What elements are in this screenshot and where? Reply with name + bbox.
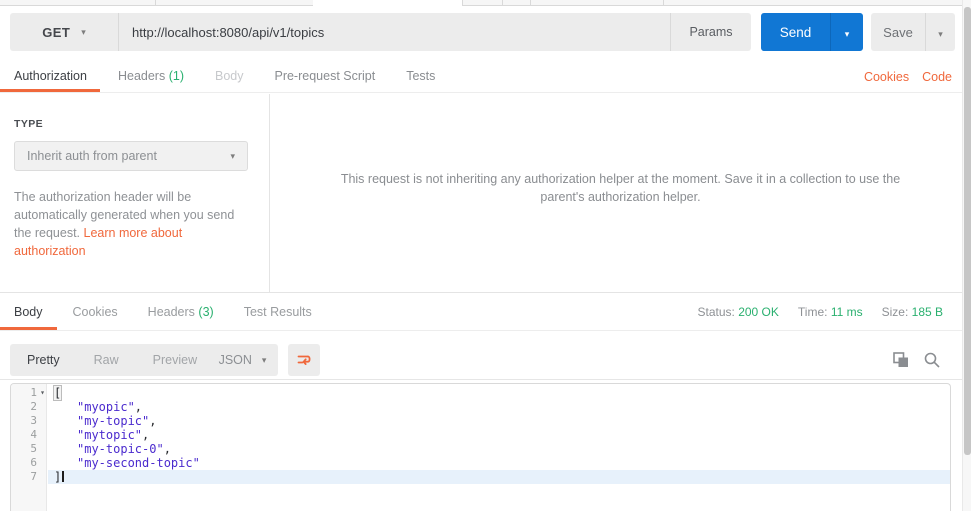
tab-divider: [155, 0, 156, 6]
language-value: JSON: [218, 353, 252, 367]
line-number: 2: [30, 400, 37, 413]
auth-type-panel: TYPE Inherit auth from parent ▾ The auth…: [0, 94, 270, 292]
auth-description: The authorization header will be automat…: [14, 190, 235, 258]
http-method-value: GET: [42, 24, 71, 40]
tab-tests[interactable]: Tests: [406, 69, 435, 83]
tab-divider: [530, 0, 531, 6]
json-string: "mytopic": [77, 428, 143, 442]
auth-type-value: Inherit auth from parent: [27, 149, 157, 163]
search-button[interactable]: [923, 351, 941, 369]
response-toolbar: Pretty Raw Preview JSON ▾: [0, 331, 971, 380]
code-line[interactable]: 6 "my-second-topic": [11, 456, 950, 470]
response-headers-count-badge: (3): [198, 304, 214, 319]
json-string: "my-second-topic": [77, 456, 200, 470]
vertical-scrollbar[interactable]: [962, 0, 971, 511]
type-label: TYPE: [14, 118, 44, 130]
code-line[interactable]: 3 "my-topic",: [11, 414, 950, 428]
line-number: 7: [30, 470, 37, 483]
view-raw-button[interactable]: Raw: [77, 344, 136, 376]
request-tabs: Authorization Headers (1) Body Pre-reque…: [0, 60, 971, 93]
wrap-text-icon: [296, 352, 312, 368]
copy-button[interactable]: [892, 351, 910, 369]
code-lines: 1 ▾ [ 2 "myopic", 3 "my-topic", 4 "mytop…: [11, 384, 950, 484]
line-number: 1: [30, 386, 37, 399]
line-number: 5: [30, 442, 37, 455]
json-string: "myopic": [77, 400, 135, 414]
params-button[interactable]: Params: [670, 13, 751, 51]
tab-response-headers[interactable]: Headers (3): [148, 305, 214, 319]
save-options-button[interactable]: ▾: [925, 13, 955, 51]
window-tabs-strip: [0, 0, 971, 7]
tab-headers[interactable]: Headers (1): [118, 69, 184, 83]
postman-window: GET ▾ Params Send ▾ Save ▾ Authorization…: [0, 0, 971, 511]
line-number: 6: [30, 456, 37, 469]
request-url-bar: GET ▾ Params: [10, 13, 751, 51]
code-line[interactable]: 1 ▾ [: [11, 385, 950, 401]
active-tab-underline: [0, 327, 57, 330]
wrap-text-button[interactable]: [288, 344, 320, 376]
tab-response-body[interactable]: Body: [14, 305, 43, 319]
json-string: "my-topic": [77, 414, 150, 428]
active-tab-underline: [0, 89, 100, 92]
active-request-tab-edge: [313, 0, 462, 7]
copy-icon: [892, 351, 910, 369]
line-number: 3: [30, 414, 37, 427]
auth-detail-panel: This request is not inheriting any autho…: [270, 94, 971, 292]
tab-body[interactable]: Body: [215, 69, 244, 83]
tab-divider: [663, 0, 664, 6]
send-options-button[interactable]: ▾: [830, 13, 863, 51]
search-icon: [923, 351, 941, 369]
chevron-down-icon: ▾: [81, 26, 86, 37]
open-bracket: [: [52, 385, 63, 401]
text-cursor: [62, 471, 64, 482]
tab-divider: [502, 0, 503, 6]
tab-prerequest-script[interactable]: Pre-request Script: [274, 69, 375, 83]
inherit-auth-message: This request is not inheriting any autho…: [340, 172, 901, 204]
view-preview-button[interactable]: Preview: [136, 344, 214, 376]
scrollbar-thumb[interactable]: [964, 7, 971, 455]
send-button[interactable]: Send: [761, 13, 830, 51]
tab-response-cookies[interactable]: Cookies: [73, 305, 118, 319]
fold-caret-icon[interactable]: ▾: [37, 386, 48, 400]
code-link[interactable]: Code: [922, 70, 952, 84]
http-method-select[interactable]: GET ▾: [10, 13, 119, 51]
auth-type-select[interactable]: Inherit auth from parent ▾: [14, 141, 248, 171]
authorization-section: TYPE Inherit auth from parent ▾ The auth…: [0, 94, 971, 293]
code-line[interactable]: 4 "mytopic",: [11, 428, 950, 442]
send-button-group: Send ▾: [761, 13, 863, 51]
chevron-down-icon: ▾: [230, 150, 235, 161]
language-select[interactable]: JSON ▾: [207, 344, 278, 376]
view-pretty-button[interactable]: Pretty: [10, 344, 77, 376]
response-tools: [892, 344, 941, 376]
tab-test-results[interactable]: Test Results: [244, 305, 312, 319]
code-line-active[interactable]: 7 ]: [11, 470, 950, 484]
quick-links: Cookies Code: [864, 60, 952, 93]
headers-count-badge: (1): [168, 69, 184, 83]
chevron-down-icon: ▾: [261, 354, 267, 365]
save-button-group: Save ▾: [871, 13, 955, 51]
view-mode-group: Pretty Raw Preview: [10, 344, 215, 376]
code-line[interactable]: 2 "myopic",: [11, 400, 950, 414]
time-badge: Time: 11 ms: [797, 305, 863, 319]
response-meta: Status: 200 OK Time: 11 ms Size: 185 B: [698, 293, 944, 331]
chevron-down-icon: ▾: [938, 28, 943, 39]
url-input[interactable]: [119, 13, 670, 51]
response-body-editor[interactable]: 1 ▾ [ 2 "myopic", 3 "my-topic", 4 "mytop…: [10, 383, 951, 511]
tab-authorization[interactable]: Authorization: [14, 69, 87, 83]
tab-divider: [462, 0, 463, 6]
code-line[interactable]: 5 "my-topic-0",: [11, 442, 950, 456]
json-string: "my-topic-0": [77, 442, 164, 456]
line-number: 4: [30, 428, 37, 441]
status-badge: Status: 200 OK: [697, 305, 779, 319]
close-bracket: ]: [54, 470, 62, 484]
chevron-down-icon: ▾: [844, 28, 850, 39]
save-button[interactable]: Save: [871, 13, 925, 51]
cookies-link[interactable]: Cookies: [864, 70, 909, 84]
size-badge: Size: 185 B: [881, 305, 943, 319]
